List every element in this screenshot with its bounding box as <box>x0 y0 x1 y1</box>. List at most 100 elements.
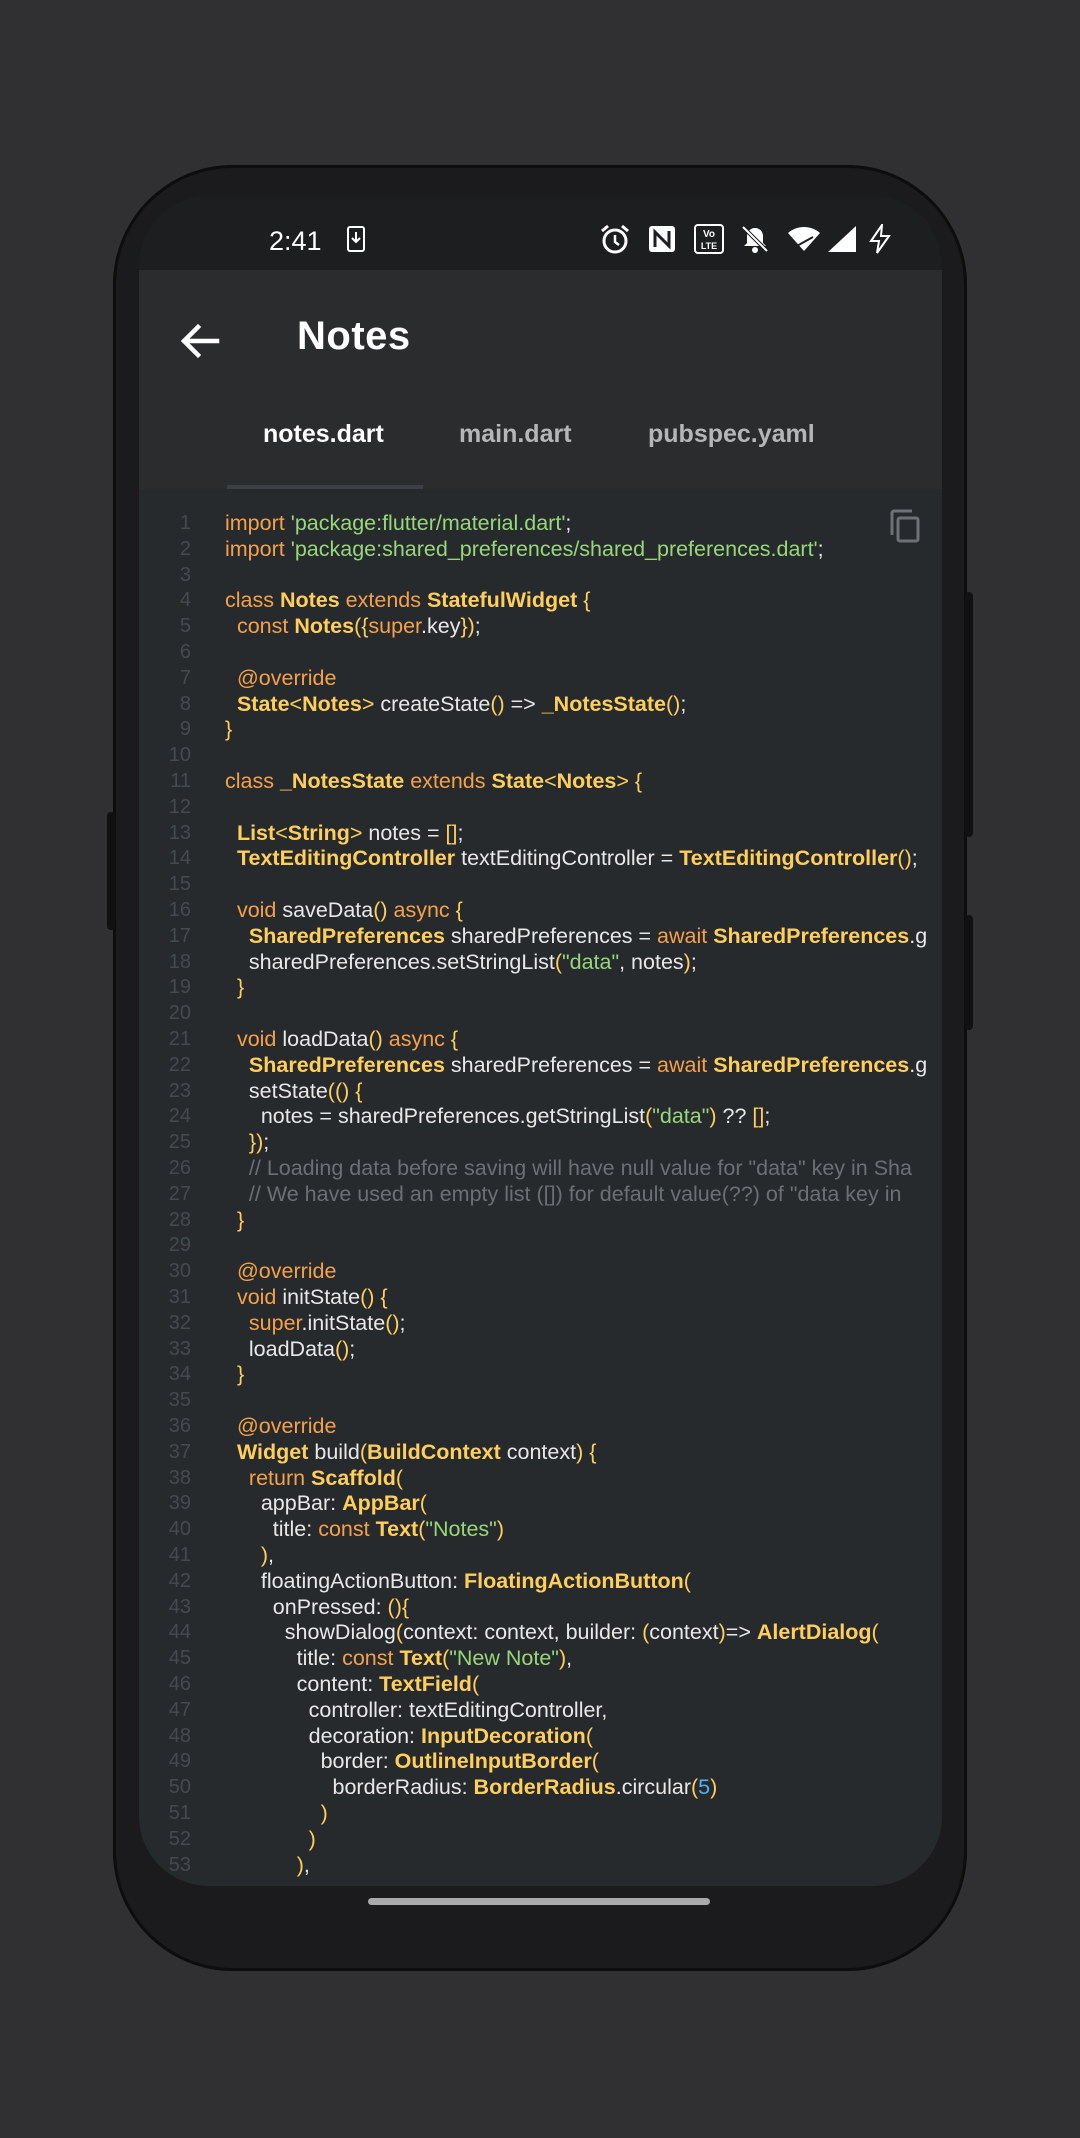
code-token: ; <box>565 511 572 535</box>
code-token: ) { <box>576 1439 597 1464</box>
line-number: 39 <box>168 1492 191 1515</box>
code-token: < <box>544 769 557 793</box>
code-token: _NotesState <box>279 769 405 793</box>
code-token: ( <box>554 949 562 974</box>
svg-text:Vo: Vo <box>703 229 715 240</box>
code-token: List <box>236 820 276 845</box>
code-line: void loadData() async { <box>225 1027 458 1052</box>
code-token: { <box>450 1027 459 1051</box>
code-token: onPressed: <box>225 1594 388 1619</box>
line-number: 13 <box>168 821 191 844</box>
charging-icon <box>869 224 891 254</box>
line-number: 5 <box>179 615 191 638</box>
code-line: import 'package:flutter/material.dart'; <box>225 511 571 536</box>
code-token: context <box>500 1439 577 1464</box>
code-token: notes = sharedPreferences.getStringList <box>225 1104 646 1129</box>
code-line: controller: textEditingController, <box>225 1698 608 1723</box>
code-token: context <box>649 1620 719 1645</box>
code-token: ( <box>419 1491 427 1516</box>
code-token: .g <box>909 1052 928 1077</box>
code-token: ; <box>680 691 687 716</box>
code-token: super <box>368 614 422 639</box>
line-number: 47 <box>168 1698 191 1721</box>
code-line: floatingActionButton: FloatingActionButt… <box>225 1569 691 1594</box>
line-number: 18 <box>168 950 191 973</box>
code-token: extends <box>404 769 492 793</box>
tab-pubspec-yaml[interactable]: pubspec.yaml <box>648 420 815 449</box>
code-token: notes = <box>368 820 446 845</box>
code-token: 'package:flutter/material.dart' <box>290 511 566 535</box>
nfc-icon <box>648 224 676 254</box>
code-token: const <box>236 614 295 639</box>
code-token: loadData <box>282 1027 369 1051</box>
code-token: ( <box>359 1439 367 1464</box>
volte-icon: Vo LTE <box>694 224 724 254</box>
line-number: 2 <box>179 537 191 560</box>
code-line: showDialog(context: context, builder: (c… <box>225 1620 879 1645</box>
code-line: void saveData() async { <box>225 898 463 923</box>
code-token: .initState <box>301 1310 386 1335</box>
code-line: border: OutlineInputBorder( <box>225 1749 599 1774</box>
code-token: super <box>248 1310 302 1335</box>
line-number: 52 <box>168 1827 191 1850</box>
code-token: borderRadius: <box>225 1775 474 1800</box>
code-line: ) <box>225 1827 316 1852</box>
code-token: } <box>236 1207 245 1232</box>
code-token: initState <box>282 1285 361 1309</box>
code-line: setState(() { <box>225 1079 363 1104</box>
code-token: TextEditingController <box>679 846 898 871</box>
line-number: 36 <box>168 1415 191 1437</box>
signal-icon <box>827 224 857 254</box>
code-line: const Notes({super.key}); <box>225 614 481 639</box>
code-token: @override <box>236 665 337 690</box>
code-line: title: const Text("Notes") <box>225 1517 504 1542</box>
line-number: 8 <box>179 692 191 715</box>
code-token: > <box>361 691 381 716</box>
code-line: } <box>225 1362 244 1387</box>
home-indicator[interactable] <box>368 1898 710 1905</box>
line-number: 30 <box>168 1260 191 1283</box>
code-line: void initState() { <box>225 1285 388 1310</box>
line-number: 22 <box>168 1053 191 1076</box>
code-token: void <box>236 1027 283 1051</box>
code-token: InputDecoration <box>420 1723 586 1748</box>
tab-notes-dart[interactable]: notes.dart <box>263 420 384 449</box>
code-line: } <box>225 975 244 1000</box>
line-number: 27 <box>168 1182 191 1205</box>
code-token: SharedPreferences <box>248 1052 445 1077</box>
code-token: const <box>318 1517 376 1542</box>
code-token: @override <box>236 1414 337 1438</box>
code-token: Notes <box>279 588 340 613</box>
code-line: Widget build(BuildContext context) { <box>225 1440 596 1465</box>
copy-icon[interactable] <box>888 509 922 543</box>
app-bar: Notes notes.dart main.dart pubspec.yaml <box>139 270 942 489</box>
line-number: 16 <box>168 899 191 921</box>
line-number: 1 <box>179 512 191 534</box>
line-number: 43 <box>168 1595 191 1618</box>
alarm-icon <box>599 224 631 254</box>
code-token: () <box>490 691 511 716</box>
tab-main-dart[interactable]: main.dart <box>459 420 572 449</box>
code-token: ( <box>591 1749 599 1774</box>
code-token: Text <box>375 1517 419 1542</box>
page-title: Notes <box>297 314 411 358</box>
line-number: 17 <box>168 924 191 947</box>
code-token: void <box>236 898 283 922</box>
code-token: Notes <box>556 769 617 793</box>
code-token: await <box>657 923 714 948</box>
code-token: ( <box>395 1620 404 1645</box>
line-number: 41 <box>168 1544 191 1566</box>
code-token: => <box>510 691 542 716</box>
arrow-back-icon[interactable] <box>177 318 223 364</box>
line-number: 9 <box>179 718 191 741</box>
code-token: TextEditingController <box>236 846 456 871</box>
code-viewer[interactable]: 1 import 'package:flutter/material.dart';… <box>139 489 942 1886</box>
code-token: StatefulWidget <box>426 588 578 613</box>
status-bar: 2:41 Vo LTE <box>139 196 942 270</box>
code-token: ; <box>817 536 824 561</box>
